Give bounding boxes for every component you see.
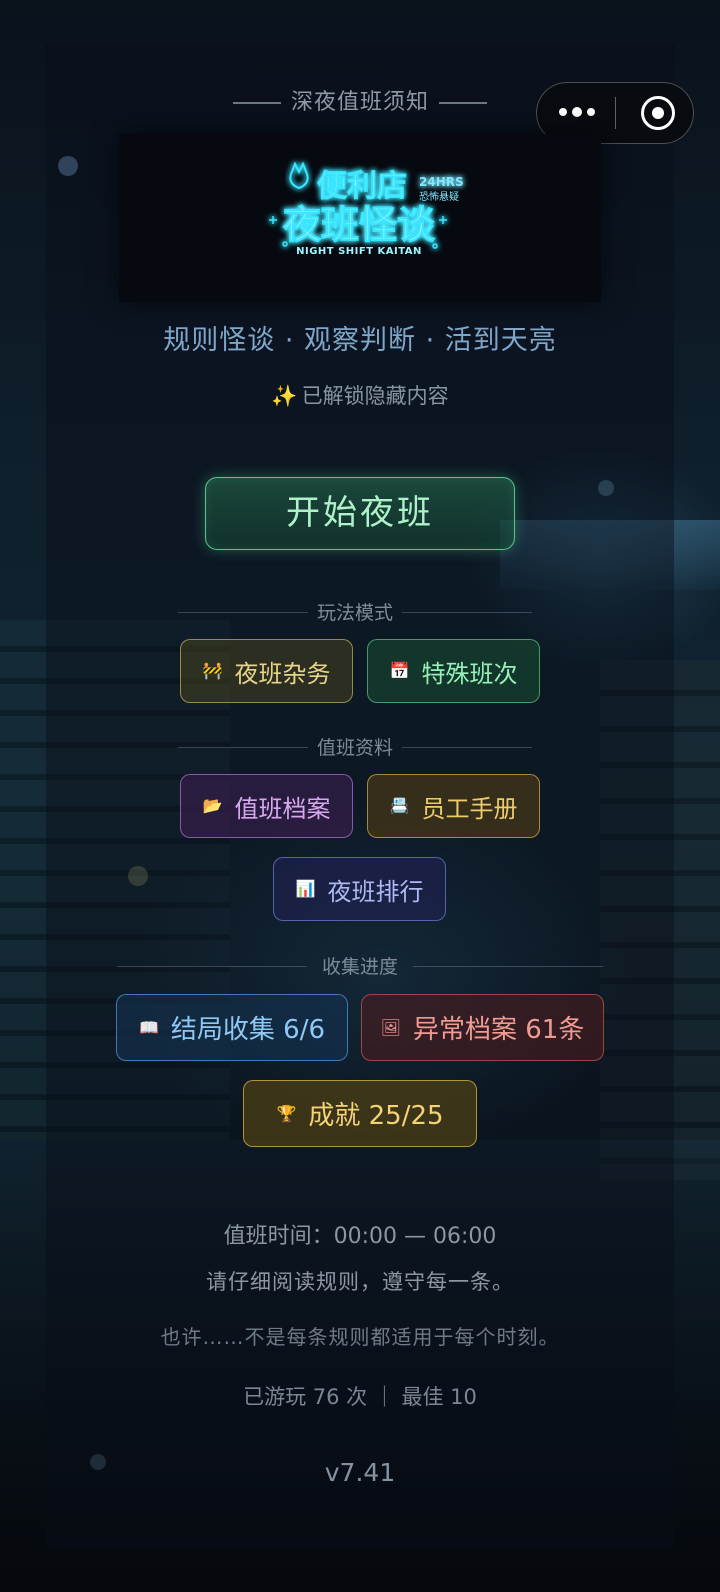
button-label: 异常档案 61条 xyxy=(412,1015,585,1045)
button-label: 特殊班次 xyxy=(421,659,518,688)
folder-icon: 📂 xyxy=(202,796,223,815)
shift-time-text: 值班时间：00:00 — 06:00 xyxy=(223,1224,497,1249)
page-notice: 深夜值班须知 xyxy=(0,84,720,116)
unlocked-text: 已解锁隐藏内容 xyxy=(301,384,449,408)
start-shift-button[interactable]: 开始夜班 xyxy=(205,477,515,550)
light-orb xyxy=(598,480,614,496)
logo-badge-top: 24HRS xyxy=(419,175,464,189)
play-stats-text: 已游玩 76 次 ｜ 最佳 10 xyxy=(243,1385,477,1409)
chart-icon: 📊 xyxy=(295,879,316,898)
button-label: 成就 25/25 xyxy=(308,1101,444,1131)
section-records-header: 值班资料 xyxy=(178,733,532,761)
divider xyxy=(178,612,308,613)
section-title: 玩法模式 xyxy=(316,602,393,624)
sparkles-icon: ✨ xyxy=(271,384,298,408)
trophy-icon: 🏆 xyxy=(276,1103,297,1123)
shift-archive-button[interactable]: 📂 值班档案 xyxy=(180,774,353,838)
button-label: 员工手册 xyxy=(421,794,518,823)
divider xyxy=(402,747,532,748)
logo-line1: 便利店 xyxy=(317,169,407,204)
special-shift-button[interactable]: 📅 特殊班次 xyxy=(367,639,540,703)
section-progress-header: 收集进度 xyxy=(117,952,603,980)
barrier-icon: 🚧 xyxy=(202,661,223,680)
button-label: 结局收集 6/6 xyxy=(170,1015,326,1045)
unlocked-notice: ✨ 已解锁隐藏内容 xyxy=(0,380,720,410)
divider xyxy=(402,612,532,613)
divider xyxy=(178,747,308,748)
divider xyxy=(413,966,603,967)
light-orb xyxy=(58,156,78,176)
divider xyxy=(232,102,281,104)
read-rules-text: 请仔细阅读规则，遵守每一条。 xyxy=(206,1270,514,1294)
button-label: 值班档案 xyxy=(234,794,331,823)
logo-subtitle: NIGHT SHIFT KAITAN xyxy=(296,246,422,257)
section-title: 收集进度 xyxy=(321,956,398,978)
logo-line2: 夜班怪谈 xyxy=(282,203,436,247)
cat-icon xyxy=(289,161,309,190)
night-ranking-button[interactable]: 📊 夜班排行 xyxy=(273,857,446,921)
night-chores-button[interactable]: 🚧 夜班杂务 xyxy=(180,639,353,703)
button-label: 夜班排行 xyxy=(327,877,424,906)
divider xyxy=(117,966,307,967)
book-icon: 📖 xyxy=(138,1017,159,1037)
section-title: 值班资料 xyxy=(316,737,393,759)
game-logo: 便利店 24HRS 恐怖悬疑 夜班怪谈 NIGHT SHIFT KAITAN xyxy=(119,134,601,302)
picture-icon: 🖼 xyxy=(380,1017,401,1037)
tagline: 规则怪谈 · 观察判断 · 活到天亮 xyxy=(163,325,557,356)
card-index-icon: 📇 xyxy=(389,796,410,815)
divider xyxy=(439,102,487,104)
section-modes-header: 玩法模式 xyxy=(178,598,532,626)
anomaly-archive-button[interactable]: 🖼 异常档案 61条 xyxy=(361,994,604,1061)
button-label: 夜班杂务 xyxy=(234,659,331,688)
calendar-icon: 📅 xyxy=(389,661,410,680)
version-label: v7.41 xyxy=(324,1458,396,1487)
notice-text: 深夜值班须知 xyxy=(290,90,429,115)
achievements-button[interactable]: 🏆 成就 25/25 xyxy=(243,1080,477,1147)
logo-badge-bottom: 恐怖悬疑 xyxy=(419,190,459,203)
endings-collection-button[interactable]: 📖 结局收集 6/6 xyxy=(116,994,348,1061)
hint-text: 也许……不是每条规则都适用于每个时刻。 xyxy=(160,1325,560,1349)
employee-manual-button[interactable]: 📇 员工手册 xyxy=(367,774,540,838)
light-orb xyxy=(128,866,148,886)
